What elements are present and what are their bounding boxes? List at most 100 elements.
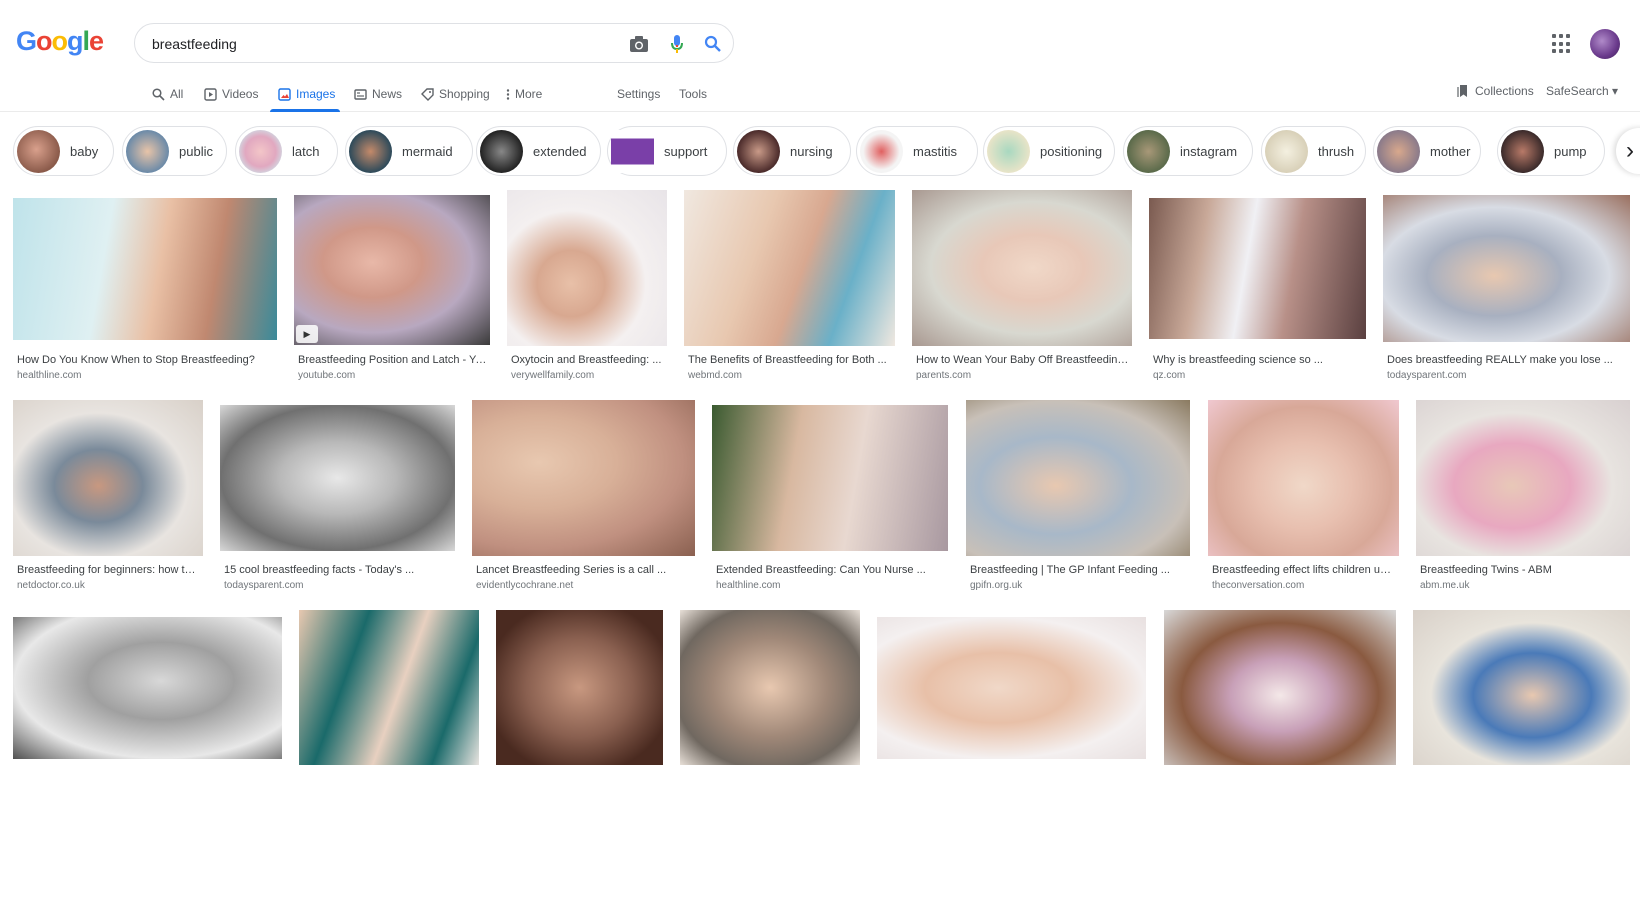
- image-result[interactable]: [877, 617, 1146, 759]
- chip-positioning[interactable]: positioning: [983, 126, 1115, 176]
- image-result[interactable]: [13, 617, 282, 759]
- result-thumbnail[interactable]: [13, 198, 277, 340]
- result-source[interactable]: todaysparent.com: [1387, 370, 1467, 381]
- result-title[interactable]: How to Wean Your Baby Off Breastfeeding …: [916, 354, 1130, 366]
- tab-images[interactable]: Images: [278, 84, 335, 104]
- result-source[interactable]: healthline.com: [17, 370, 81, 381]
- tab-shopping[interactable]: Shopping: [421, 84, 490, 104]
- chip-instagram[interactable]: instagram: [1123, 126, 1253, 176]
- result-title[interactable]: How Do You Know When to Stop Breastfeedi…: [17, 354, 273, 366]
- chip-support[interactable]: support: [607, 126, 727, 176]
- result-thumbnail[interactable]: [472, 400, 695, 556]
- result-thumbnail[interactable]: [507, 190, 667, 346]
- image-result[interactable]: Why is breastfeeding science so ... qz.c…: [1149, 190, 1366, 381]
- result-source[interactable]: qz.com: [1153, 370, 1185, 381]
- image-result[interactable]: Breastfeeding effect lifts children up .…: [1208, 400, 1399, 591]
- chip-mermaid[interactable]: mermaid: [345, 126, 473, 176]
- result-thumbnail[interactable]: [1413, 610, 1630, 765]
- tools-link[interactable]: Tools: [679, 84, 707, 104]
- result-thumbnail[interactable]: [1149, 198, 1366, 339]
- result-thumbnail[interactable]: [220, 405, 455, 551]
- result-source[interactable]: webmd.com: [688, 370, 742, 381]
- result-thumbnail[interactable]: [684, 190, 895, 346]
- result-title[interactable]: Breastfeeding for beginners: how to ...: [17, 564, 201, 576]
- result-thumbnail[interactable]: [299, 610, 479, 765]
- result-thumbnail[interactable]: [13, 617, 282, 759]
- result-source[interactable]: parents.com: [916, 370, 971, 381]
- image-result[interactable]: Oxytocin and Breastfeeding: ... verywell…: [507, 190, 667, 381]
- result-source[interactable]: netdoctor.co.uk: [17, 580, 85, 591]
- tab-videos[interactable]: Videos: [204, 84, 258, 104]
- apps-grid-icon[interactable]: [1552, 34, 1572, 54]
- tab-news[interactable]: News: [354, 84, 402, 104]
- image-result[interactable]: 15 cool breastfeeding facts - Today's ..…: [220, 400, 455, 591]
- settings-link[interactable]: Settings: [617, 84, 660, 104]
- chip-mother[interactable]: mother: [1373, 126, 1481, 176]
- result-thumbnail[interactable]: [1164, 610, 1396, 765]
- microphone-icon[interactable]: [665, 32, 689, 56]
- image-result[interactable]: How Do You Know When to Stop Breastfeedi…: [13, 190, 277, 381]
- image-result[interactable]: [299, 610, 479, 765]
- chip-public[interactable]: public: [122, 126, 227, 176]
- google-logo[interactable]: Google: [16, 26, 104, 57]
- result-thumbnail[interactable]: ▶: [294, 195, 490, 345]
- collections-button[interactable]: Collections: [1457, 84, 1534, 98]
- image-result[interactable]: ▶ Breastfeeding Position and Latch - You…: [294, 190, 490, 381]
- image-result[interactable]: How to Wean Your Baby Off Breastfeeding …: [912, 190, 1132, 381]
- tab-more[interactable]: More: [506, 84, 542, 104]
- image-result[interactable]: [1164, 610, 1396, 765]
- avatar[interactable]: [1590, 29, 1620, 59]
- image-result[interactable]: [680, 610, 860, 765]
- result-thumbnail[interactable]: [877, 617, 1146, 759]
- result-title[interactable]: Lancet Breastfeeding Series is a call ..…: [476, 564, 693, 576]
- image-result[interactable]: Breastfeeding | The GP Infant Feeding ..…: [966, 400, 1190, 591]
- chip-nursing[interactable]: nursing: [733, 126, 851, 176]
- result-title[interactable]: Why is breastfeeding science so ...: [1153, 354, 1364, 366]
- chip-pump[interactable]: pump: [1497, 126, 1605, 176]
- result-source[interactable]: evidentlycochrane.net: [476, 580, 573, 591]
- result-source[interactable]: abm.me.uk: [1420, 580, 1469, 591]
- result-title[interactable]: Breastfeeding Twins - ABM: [1420, 564, 1628, 576]
- result-thumbnail[interactable]: [1208, 400, 1399, 556]
- result-title[interactable]: The Benefits of Breastfeeding for Both .…: [688, 354, 893, 366]
- search-icon[interactable]: [701, 32, 725, 56]
- image-result[interactable]: [1413, 610, 1630, 765]
- safesearch-dropdown[interactable]: SafeSearch ▾: [1546, 84, 1618, 98]
- result-source[interactable]: healthline.com: [716, 580, 780, 591]
- result-title[interactable]: 15 cool breastfeeding facts - Today's ..…: [224, 564, 453, 576]
- result-source[interactable]: youtube.com: [298, 370, 355, 381]
- tab-all[interactable]: All: [152, 84, 183, 104]
- image-result[interactable]: Lancet Breastfeeding Series is a call ..…: [472, 400, 695, 591]
- camera-icon[interactable]: [627, 32, 651, 56]
- chip-extended[interactable]: extended: [476, 126, 601, 176]
- result-title[interactable]: Does breastfeeding REALLY make you lose …: [1387, 354, 1628, 366]
- result-thumbnail[interactable]: [1383, 195, 1630, 342]
- result-title[interactable]: Breastfeeding | The GP Infant Feeding ..…: [970, 564, 1188, 576]
- image-result[interactable]: Does breastfeeding REALLY make you lose …: [1383, 190, 1630, 381]
- result-source[interactable]: gpifn.org.uk: [970, 580, 1022, 591]
- search-input[interactable]: [152, 33, 592, 55]
- result-thumbnail[interactable]: [966, 400, 1190, 556]
- result-title[interactable]: Extended Breastfeeding: Can You Nurse ..…: [716, 564, 946, 576]
- result-source[interactable]: theconversation.com: [1212, 580, 1304, 591]
- result-thumbnail[interactable]: [680, 610, 860, 765]
- image-result[interactable]: Breastfeeding Twins - ABM abm.me.uk: [1416, 400, 1630, 591]
- result-thumbnail[interactable]: [496, 610, 663, 765]
- result-source[interactable]: verywellfamily.com: [511, 370, 594, 381]
- result-title[interactable]: Oxytocin and Breastfeeding: ...: [511, 354, 663, 366]
- chip-latch[interactable]: latch: [235, 126, 338, 176]
- result-thumbnail[interactable]: [712, 405, 948, 551]
- chip-baby[interactable]: baby: [13, 126, 114, 176]
- result-title[interactable]: Breastfeeding effect lifts children up .…: [1212, 564, 1397, 576]
- chip-thrush[interactable]: thrush: [1261, 126, 1366, 176]
- image-result[interactable]: The Benefits of Breastfeeding for Both .…: [684, 190, 895, 381]
- chip-mastitis[interactable]: mastitis: [856, 126, 978, 176]
- result-thumbnail[interactable]: [13, 400, 203, 556]
- image-result[interactable]: Extended Breastfeeding: Can You Nurse ..…: [712, 400, 948, 591]
- image-result[interactable]: Breastfeeding for beginners: how to ... …: [13, 400, 203, 591]
- result-thumbnail[interactable]: [912, 190, 1132, 346]
- result-source[interactable]: todaysparent.com: [224, 580, 304, 591]
- image-result[interactable]: [496, 610, 663, 765]
- result-title[interactable]: Breastfeeding Position and Latch - YouTu…: [298, 354, 488, 366]
- result-thumbnail[interactable]: [1416, 400, 1630, 556]
